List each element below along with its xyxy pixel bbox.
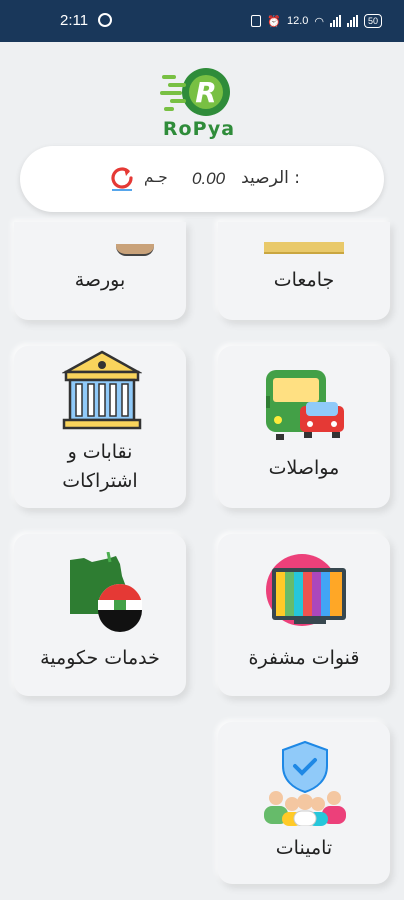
service-card-universities[interactable]: جامعات <box>218 222 390 320</box>
app-logo: R RoPya <box>156 66 242 140</box>
transport-icon <box>266 370 344 440</box>
stock-exchange-icon <box>116 244 154 256</box>
nfc-icon <box>251 15 262 27</box>
svg-text:R: R <box>195 76 217 109</box>
service-label: قنوات مشفرة <box>248 647 360 669</box>
balance-value: 0.00 <box>192 169 226 188</box>
syndicate-building-icon <box>62 350 142 430</box>
service-label: نقابات و اشتراكات <box>62 441 138 492</box>
service-label: خدمات حكومية <box>40 647 160 669</box>
university-icon <box>264 242 344 254</box>
service-label: جامعات <box>273 269 335 291</box>
service-card-insurance[interactable]: تامينات <box>218 722 390 884</box>
egypt-government-icon <box>70 552 142 632</box>
balance-bar: الرصيد : 0.00 جـم <box>20 146 384 212</box>
alarm-icon: ⏰ <box>267 15 281 28</box>
logo-r-icon: R <box>160 68 230 116</box>
service-label: تامينات <box>275 837 333 859</box>
service-card-transport[interactable]: مواصلات <box>218 346 390 508</box>
service-card-syndicates[interactable]: نقابات و اشتراكات <box>14 346 186 508</box>
status-time: 2:11 <box>60 12 89 29</box>
balance-label: الرصيد : <box>241 168 300 188</box>
service-card-encrypted-tv[interactable]: قنوات مشفرة <box>218 534 390 696</box>
battery-icon: 50 <box>363 14 382 28</box>
service-card-government[interactable]: خدمات حكومية <box>14 534 186 696</box>
encrypted-tv-icon <box>266 554 346 626</box>
service-label: مواصلات <box>268 457 340 479</box>
service-card-stock-exchange[interactable]: بورصة <box>14 222 186 320</box>
status-bar: 2:11 ⏰ 12.0 ◠ 50 <box>0 0 404 42</box>
network-speed: 12.0 <box>286 15 309 27</box>
signal-2-icon <box>346 15 358 27</box>
signal-icon <box>329 15 341 27</box>
wifi-icon: ◠ <box>314 15 324 28</box>
logo-text: RoPya <box>162 118 236 140</box>
service-label: بورصة <box>74 269 126 291</box>
whatsapp-icon <box>98 13 112 27</box>
insurance-icon <box>264 740 346 826</box>
balance-currency: جـم <box>144 168 168 186</box>
status-icons: ⏰ 12.0 ◠ 50 <box>251 11 382 31</box>
refresh-icon[interactable] <box>106 162 138 194</box>
